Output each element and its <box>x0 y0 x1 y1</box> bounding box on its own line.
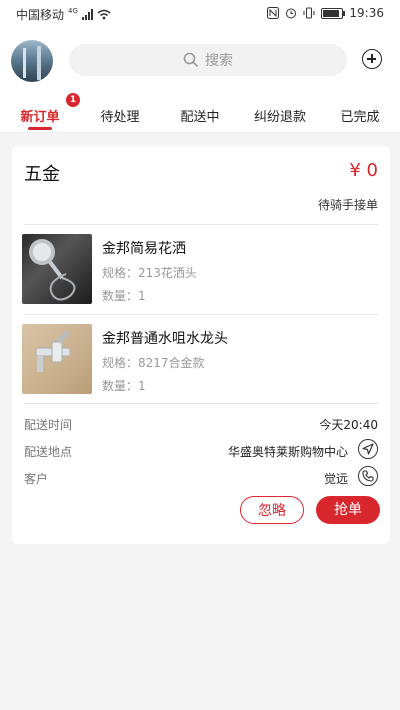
tab-label: 纠纷退款 <box>253 110 306 125</box>
customer-name: 觉远 <box>323 472 348 486</box>
alarm-icon <box>286 8 297 19</box>
ignore-button[interactable]: 忽略 <box>240 496 304 524</box>
battery-icon <box>321 7 346 19</box>
tab-label: 已完成 <box>340 110 380 125</box>
search-icon <box>183 52 199 68</box>
network-type: 4G <box>68 6 78 15</box>
product-image-faucet <box>22 324 92 394</box>
header-area: 中国移动 4G 19:36 搜索 新订单 1 待处理 配送中 纠纷退款 已完成 <box>0 0 400 133</box>
navigation-icon[interactable] <box>358 439 378 459</box>
item-spec: 规格：8217合金款 <box>102 356 205 370</box>
tab-new-orders[interactable]: 新订单 1 <box>0 93 80 132</box>
delivery-time-row: 配送时间 今天20:40 <box>24 414 378 434</box>
order-card: 五金 ¥ 0 待骑手接单 金邦简易花洒 规格：213花洒头 数量：1 金邦普通水… <box>12 146 390 544</box>
phone-icon[interactable] <box>358 466 378 486</box>
tab-label: 配送中 <box>180 110 220 125</box>
status-time: 19:36 <box>349 6 384 20</box>
delivery-place-row: 配送地点 华盛奥特莱斯购物中心 <box>24 439 378 461</box>
customer-label: 客户 <box>24 472 49 486</box>
item-name: 金邦普通水咀水龙头 <box>102 331 228 347</box>
divider <box>24 314 378 315</box>
vibrate-icon <box>303 7 315 19</box>
order-tabs: 新订单 1 待处理 配送中 纠纷退款 已完成 <box>0 93 400 133</box>
carrier-text: 中国移动 <box>16 8 65 22</box>
store-name: 五金 <box>24 164 60 185</box>
delivery-time-label: 配送时间 <box>24 418 73 432</box>
avatar[interactable] <box>11 40 53 82</box>
item-qty: 数量：1 <box>102 379 146 393</box>
add-button[interactable] <box>362 49 382 69</box>
order-status: 待骑手接单 <box>317 198 378 212</box>
search-input[interactable]: 搜索 <box>69 44 347 76</box>
tab-label: 新订单 <box>20 110 60 125</box>
tab-label: 待处理 <box>100 110 140 125</box>
grab-order-button[interactable]: 抢单 <box>316 496 380 524</box>
item-qty: 数量：1 <box>102 289 146 303</box>
order-price: ¥ 0 <box>349 160 378 181</box>
nfc-icon <box>267 7 280 19</box>
tab-completed[interactable]: 已完成 <box>320 96 400 132</box>
item-name: 金邦简易花洒 <box>102 241 186 257</box>
item-spec: 规格：213花洒头 <box>102 266 197 280</box>
order-item: 金邦简易花洒 规格：213花洒头 数量：1 <box>22 234 382 304</box>
status-bar: 中国移动 4G 19:36 <box>0 0 400 28</box>
new-order-badge: 1 <box>66 93 80 107</box>
order-item: 金邦普通水咀水龙头 规格：8217合金款 数量：1 <box>22 324 382 394</box>
divider <box>24 224 378 225</box>
search-placeholder: 搜索 <box>205 53 233 69</box>
product-image-shower <box>22 234 92 304</box>
delivery-place: 华盛奥特莱斯购物中心 <box>227 445 348 459</box>
tab-delivering[interactable]: 配送中 <box>160 96 240 132</box>
tab-pending[interactable]: 待处理 <box>80 96 160 132</box>
delivery-place-label: 配送地点 <box>24 445 73 459</box>
tab-disputes[interactable]: 纠纷退款 <box>240 96 320 132</box>
delivery-time: 今天20:40 <box>319 418 378 432</box>
divider <box>24 403 378 404</box>
wifi-icon <box>97 9 111 20</box>
signal-icon <box>81 9 93 20</box>
customer-row: 客户 觉远 <box>24 466 378 488</box>
